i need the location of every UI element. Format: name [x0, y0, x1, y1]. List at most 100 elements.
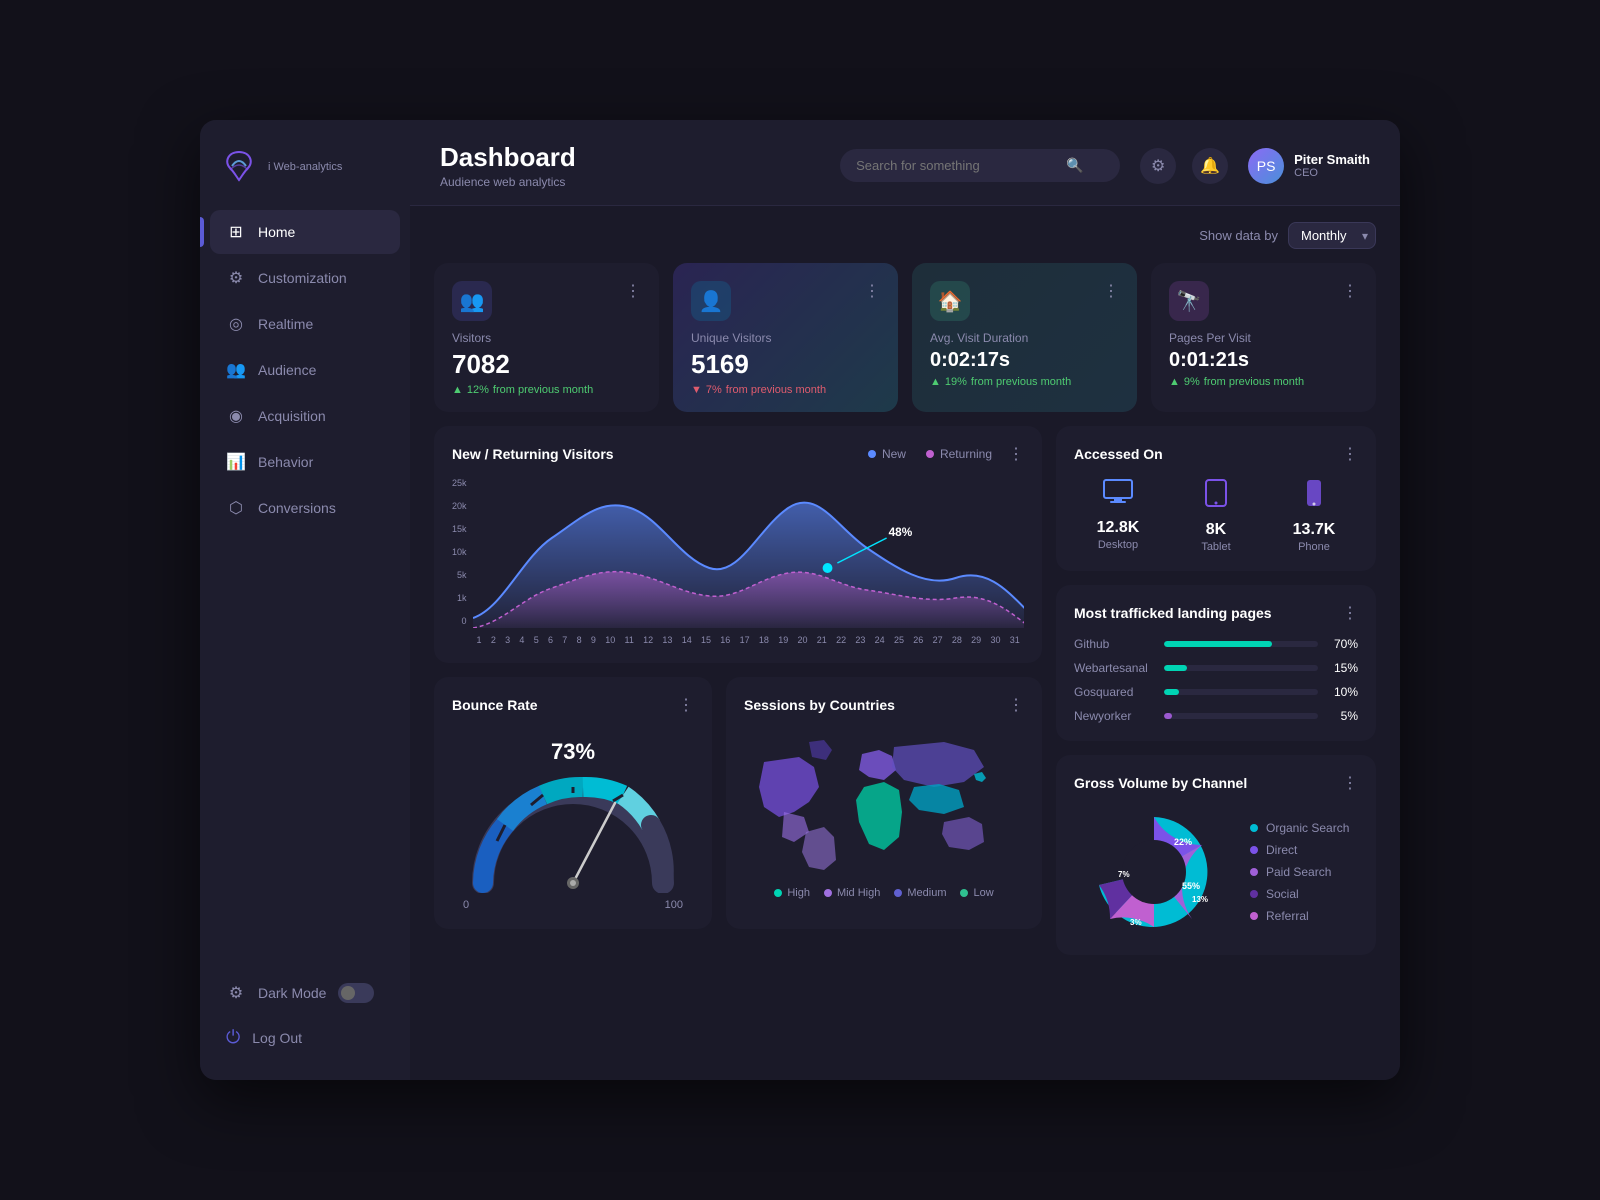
world-map-svg: [744, 732, 1024, 877]
user-name: Piter Smaith: [1294, 152, 1370, 167]
gauge-container: 73%: [452, 729, 694, 911]
sidebar-item-customization[interactable]: ⚙ Customization: [210, 256, 400, 300]
svg-text:7%: 7%: [1118, 870, 1130, 879]
dark-mode-toggle[interactable]: [338, 983, 374, 1003]
svg-text:22%: 22%: [1174, 837, 1192, 847]
search-bar[interactable]: 🔍: [840, 149, 1120, 182]
user-role: CEO: [1294, 167, 1370, 179]
search-input[interactable]: [856, 158, 1056, 173]
notifications-button[interactable]: 🔔: [1192, 148, 1228, 184]
legend-organic: Organic Search: [1250, 821, 1349, 835]
sidebar-item-home-label: Home: [258, 224, 295, 240]
legend-high: High: [774, 887, 810, 899]
legend-midhigh: Mid High: [824, 887, 880, 899]
gross-legend: Organic Search Direct Paid Search: [1250, 821, 1349, 923]
sidebar-item-acquisition[interactable]: ◉ Acquisition: [210, 394, 400, 438]
settings-button[interactable]: ⚙: [1140, 148, 1176, 184]
bounce-rate-menu[interactable]: ⋮: [678, 695, 694, 715]
visitors-icon: 👥: [452, 281, 492, 321]
user-details: Piter Smaith CEO: [1294, 152, 1370, 179]
legend-low: Low: [960, 887, 993, 899]
logout-icon: ⏻: [226, 1027, 240, 1048]
phone-label: Phone: [1270, 541, 1358, 553]
landing-pages-title: Most trafficked landing pages: [1074, 605, 1272, 621]
sidebar-item-realtime[interactable]: ◎ Realtime: [210, 302, 400, 346]
accessed-on-title: Accessed On: [1074, 446, 1163, 462]
conversions-icon: ⬡: [226, 498, 246, 518]
sessions-title: Sessions by Countries: [744, 697, 895, 713]
accessed-on-menu[interactable]: ⋮: [1342, 444, 1358, 464]
gauge-labels: 0 100: [463, 899, 683, 911]
period-select[interactable]: Monthly Weekly Daily: [1288, 222, 1376, 249]
accessed-on-grid: 12.8K Desktop 8K Tablet: [1074, 478, 1358, 553]
main-content: Dashboard Audience web analytics 🔍 ⚙ 🔔 P…: [410, 120, 1400, 1080]
dark-mode-icon: ⚙: [226, 983, 246, 1003]
show-data-row: Show data by Monthly Weekly Daily: [434, 222, 1376, 249]
chart-area: 25k20k15k10k5k1k0: [452, 478, 1024, 645]
list-item: Github 70%: [1074, 637, 1358, 651]
landing-pages-menu[interactable]: ⋮: [1342, 603, 1358, 623]
legend-referral: Referral: [1250, 909, 1349, 923]
y-axis: 25k20k15k10k5k1k0: [452, 478, 467, 628]
unique-arrow: ▼: [691, 384, 702, 396]
page-title: Dashboard: [440, 142, 820, 173]
search-icon: 🔍: [1066, 157, 1083, 174]
access-phone: 13.7K Phone: [1270, 478, 1358, 553]
visitors-change: ▲ 12% from previous month: [452, 384, 641, 396]
sidebar-item-audience[interactable]: 👥 Audience: [210, 348, 400, 392]
logout-button[interactable]: ⏻ Log Out: [200, 1015, 410, 1060]
header-titles: Dashboard Audience web analytics: [440, 142, 820, 189]
sessions-menu[interactable]: ⋮: [1008, 695, 1024, 715]
accessed-on-card: Accessed On ⋮ 12.8K Desktop: [1056, 426, 1376, 571]
duration-icon: 🏠: [930, 281, 970, 321]
sessions-card: Sessions by Countries ⋮: [726, 677, 1042, 929]
new-returning-menu[interactable]: ⋮: [1008, 444, 1024, 464]
gross-volume-menu[interactable]: ⋮: [1342, 773, 1358, 793]
sidebar: i Web-analytics ⊞ Home ⚙ Customization ◎…: [200, 120, 410, 1080]
sidebar-item-realtime-label: Realtime: [258, 316, 313, 332]
list-item: Newyorker 5%: [1074, 709, 1358, 723]
logout-label: Log Out: [252, 1030, 302, 1046]
pages-value: 0:01:21s: [1169, 349, 1358, 372]
stat-card-duration: 🏠 ⋮ Avg. Visit Duration 0:02:17s ▲ 19% f…: [912, 263, 1137, 412]
realtime-icon: ◎: [226, 314, 246, 334]
gear-icon: ⚙: [226, 268, 246, 288]
phone-value: 13.7K: [1270, 521, 1358, 539]
duration-menu[interactable]: ⋮: [1103, 281, 1119, 301]
dark-mode-toggle-row: ⚙ Dark Mode: [200, 971, 410, 1015]
sidebar-logo: i Web-analytics: [200, 120, 410, 210]
behavior-icon: 📊: [226, 452, 246, 472]
gauge-svg: [463, 773, 683, 893]
svg-text:3%: 3%: [1130, 918, 1142, 927]
map-legend: High Mid High Medium: [744, 887, 1024, 899]
duration-arrow: ▲: [930, 376, 941, 388]
sidebar-item-home[interactable]: ⊞ Home: [210, 210, 400, 254]
stats-row: 👥 ⋮ Visitors 7082 ▲ 12% from previous mo…: [434, 263, 1376, 412]
right-col: Accessed On ⋮ 12.8K Desktop: [1056, 426, 1376, 955]
legend-new: New: [868, 447, 906, 461]
tablet-value: 8K: [1172, 521, 1260, 539]
landing-list: Github 70% Webartesanal 15% Gosquared: [1074, 637, 1358, 723]
legend-returning: Returning: [926, 447, 992, 461]
stat-card-visitors: 👥 ⋮ Visitors 7082 ▲ 12% from previous mo…: [434, 263, 659, 412]
user-info[interactable]: PS Piter Smaith CEO: [1248, 148, 1370, 184]
desktop-value: 12.8K: [1074, 519, 1162, 537]
svg-text:13%: 13%: [1192, 895, 1208, 904]
gross-volume-title: Gross Volume by Channel: [1074, 775, 1247, 791]
sidebar-item-conversions[interactable]: ⬡ Conversions: [210, 486, 400, 530]
home-icon: ⊞: [226, 222, 246, 242]
list-item: Webartesanal 15%: [1074, 661, 1358, 675]
logo-icon: [220, 148, 258, 186]
pages-menu[interactable]: ⋮: [1342, 281, 1358, 301]
pages-label: Pages Per Visit: [1169, 331, 1358, 345]
unique-menu[interactable]: ⋮: [864, 281, 880, 301]
period-select-wrapper[interactable]: Monthly Weekly Daily: [1288, 222, 1376, 249]
visitors-menu[interactable]: ⋮: [625, 281, 641, 301]
svg-text:48%: 48%: [888, 525, 912, 539]
sidebar-item-behavior[interactable]: 📊 Behavior: [210, 440, 400, 484]
unique-change: ▼ 7% from previous month: [691, 384, 880, 396]
stat-card-pages: 🔭 ⋮ Pages Per Visit 0:01:21s ▲ 9% from p…: [1151, 263, 1376, 412]
audience-icon: 👥: [226, 360, 246, 380]
phone-icon: [1270, 478, 1358, 515]
sidebar-item-audience-label: Audience: [258, 362, 316, 378]
